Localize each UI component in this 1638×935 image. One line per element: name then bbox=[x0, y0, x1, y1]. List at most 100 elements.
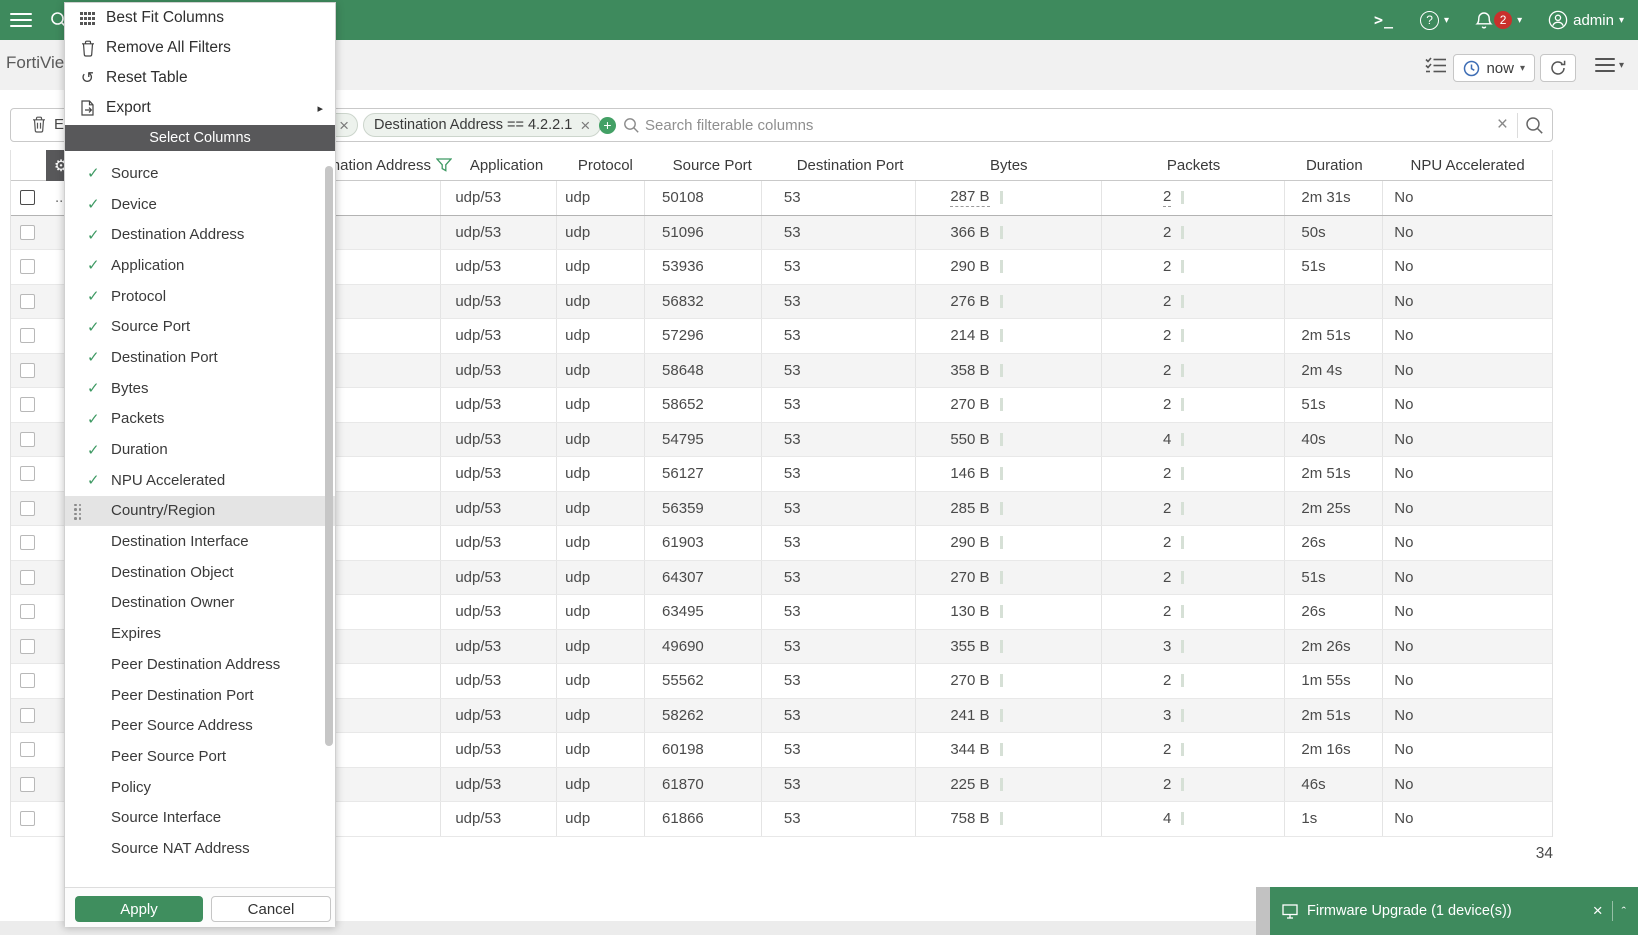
bytes-value[interactable]: 344 B bbox=[950, 741, 989, 758]
close-icon[interactable]: × bbox=[1593, 901, 1603, 921]
packets-value[interactable]: 4 bbox=[1163, 810, 1171, 827]
apply-search-icon[interactable] bbox=[1525, 116, 1544, 135]
column-toggle-bytes[interactable]: ✓Bytes bbox=[65, 373, 335, 404]
row-checkbox[interactable] bbox=[20, 811, 35, 826]
column-toggle-peer-source-address[interactable]: Peer Source Address bbox=[65, 710, 335, 741]
chevron-up-icon[interactable]: ˆ bbox=[1622, 904, 1626, 919]
bytes-value[interactable]: 355 B bbox=[950, 638, 989, 655]
bytes-value[interactable]: 366 B bbox=[950, 224, 989, 241]
bytes-value[interactable]: 214 B bbox=[950, 327, 989, 344]
packets-value[interactable]: 2 bbox=[1163, 293, 1171, 310]
refresh-button[interactable] bbox=[1540, 54, 1576, 82]
packets-value[interactable]: 2 bbox=[1163, 327, 1171, 344]
row-checkbox[interactable] bbox=[20, 397, 35, 412]
bytes-column-header[interactable]: Bytes bbox=[916, 150, 1102, 180]
row-checkbox[interactable] bbox=[20, 777, 35, 792]
npu-accelerated-column-header[interactable]: NPU Accelerated bbox=[1383, 150, 1552, 180]
row-checkbox[interactable] bbox=[20, 604, 35, 619]
row-checkbox[interactable] bbox=[20, 742, 35, 757]
menu-toggle-icon[interactable] bbox=[10, 13, 32, 27]
source-port-column-header[interactable]: Source Port bbox=[645, 150, 762, 180]
row-checkbox[interactable] bbox=[20, 328, 35, 343]
column-toggle-destination-address[interactable]: ✓Destination Address bbox=[65, 219, 335, 250]
packets-value[interactable]: 2 bbox=[1163, 396, 1171, 413]
column-toggle-peer-source-port[interactable]: Peer Source Port bbox=[65, 741, 335, 772]
bytes-value[interactable]: 758 B bbox=[950, 810, 989, 827]
cancel-button[interactable]: Cancel bbox=[211, 896, 331, 922]
bytes-value[interactable]: 290 B bbox=[950, 534, 989, 551]
row-checkbox[interactable] bbox=[20, 432, 35, 447]
column-toggle-source-interface[interactable]: Source Interface bbox=[65, 802, 335, 833]
column-toggle-npu-accelerated[interactable]: ✓NPU Accelerated bbox=[65, 465, 335, 496]
column-toggle-destination-interface[interactable]: Destination Interface bbox=[65, 526, 335, 557]
row-checkbox[interactable] bbox=[20, 501, 35, 516]
column-toggle-policy[interactable]: Policy bbox=[65, 772, 335, 803]
packets-value[interactable]: 2 bbox=[1163, 258, 1171, 275]
apply-button[interactable]: Apply bbox=[75, 896, 203, 922]
packets-value[interactable]: 2 bbox=[1163, 672, 1171, 689]
packets-value[interactable]: 2 bbox=[1163, 188, 1171, 207]
packets-value[interactable]: 2 bbox=[1163, 776, 1171, 793]
bytes-value[interactable]: 225 B bbox=[950, 776, 989, 793]
bytes-value[interactable]: 270 B bbox=[950, 569, 989, 586]
menu-action-best-fit-columns[interactable]: Best Fit Columns bbox=[65, 3, 335, 33]
bytes-value[interactable]: 550 B bbox=[950, 431, 989, 448]
column-toggle-peer-destination-port[interactable]: Peer Destination Port bbox=[65, 680, 335, 711]
column-toggle-duration[interactable]: ✓Duration bbox=[65, 434, 335, 465]
table-view-menu-button[interactable]: ▾ bbox=[1595, 58, 1624, 72]
column-toggle-device[interactable]: ✓Device bbox=[65, 189, 335, 220]
time-range-button[interactable]: now ▾ bbox=[1453, 54, 1535, 82]
bytes-value[interactable]: 146 B bbox=[950, 465, 989, 482]
row-checkbox[interactable] bbox=[20, 639, 35, 654]
column-toggle-source-port[interactable]: ✓Source Port bbox=[65, 311, 335, 342]
bytes-value[interactable]: 358 B bbox=[950, 362, 989, 379]
row-checkbox[interactable] bbox=[20, 259, 35, 274]
packets-value[interactable]: 3 bbox=[1163, 638, 1171, 655]
bytes-value[interactable]: 285 B bbox=[950, 500, 989, 517]
menu-action-reset-table[interactable]: ↺ Reset Table bbox=[65, 63, 335, 93]
drag-handle-icon[interactable] bbox=[74, 504, 82, 521]
column-toggle-destination-object[interactable]: Destination Object bbox=[65, 557, 335, 588]
add-filter-icon[interactable]: + bbox=[599, 117, 616, 134]
column-checklist-icon[interactable] bbox=[1424, 55, 1448, 75]
close-icon[interactable]: × bbox=[339, 117, 349, 134]
admin-menu[interactable]: admin ▾ bbox=[1548, 10, 1624, 30]
packets-column-header[interactable]: Packets bbox=[1102, 150, 1286, 180]
column-toggle-protocol[interactable]: ✓Protocol bbox=[65, 281, 335, 312]
column-toggle-source-nat-address[interactable]: Source NAT Address bbox=[65, 833, 335, 864]
bytes-value[interactable]: 287 B bbox=[950, 188, 989, 207]
row-checkbox[interactable] bbox=[20, 363, 35, 378]
menu-action-remove-all-filters[interactable]: Remove All Filters bbox=[65, 33, 335, 63]
menu-action-export[interactable]: Export ▸ bbox=[65, 93, 335, 123]
bytes-value[interactable]: 290 B bbox=[950, 258, 989, 275]
packets-value[interactable]: 2 bbox=[1163, 362, 1171, 379]
duration-column-header[interactable]: Duration bbox=[1285, 150, 1383, 180]
packets-value[interactable]: 2 bbox=[1163, 741, 1171, 758]
row-checkbox[interactable] bbox=[20, 294, 35, 309]
bytes-value[interactable]: 270 B bbox=[950, 396, 989, 413]
packets-value[interactable]: 2 bbox=[1163, 224, 1171, 241]
row-checkbox[interactable] bbox=[20, 225, 35, 240]
packets-value[interactable]: 2 bbox=[1163, 603, 1171, 620]
packets-value[interactable]: 4 bbox=[1163, 431, 1171, 448]
menu-scrollbar[interactable] bbox=[325, 166, 333, 746]
packets-value[interactable]: 3 bbox=[1163, 707, 1171, 724]
packets-value[interactable]: 2 bbox=[1163, 534, 1171, 551]
column-toggle-destination-owner[interactable]: Destination Owner bbox=[65, 588, 335, 619]
protocol-column-header[interactable]: Protocol bbox=[557, 150, 645, 180]
notifications-menu[interactable]: 2 ▾ bbox=[1475, 11, 1522, 30]
help-menu[interactable]: ? ▾ bbox=[1420, 11, 1449, 30]
packets-value[interactable]: 2 bbox=[1163, 500, 1171, 517]
packets-value[interactable]: 2 bbox=[1163, 465, 1171, 482]
column-toggle-expires[interactable]: Expires bbox=[65, 618, 335, 649]
bytes-value[interactable]: 276 B bbox=[950, 293, 989, 310]
destination-port-column-header[interactable]: Destination Port bbox=[762, 150, 916, 180]
filter-chip[interactable]: Destination Address == 4.2.2.1 × bbox=[363, 113, 601, 137]
cli-console-icon[interactable]: >_ bbox=[1374, 11, 1394, 29]
bytes-value[interactable]: 270 B bbox=[950, 672, 989, 689]
column-toggle-application[interactable]: ✓Application bbox=[65, 250, 335, 281]
column-toggle-destination-port[interactable]: ✓Destination Port bbox=[65, 342, 335, 373]
packets-value[interactable]: 2 bbox=[1163, 569, 1171, 586]
filter-search-input[interactable] bbox=[645, 113, 1065, 137]
toast-edge-tab[interactable] bbox=[1256, 887, 1270, 935]
